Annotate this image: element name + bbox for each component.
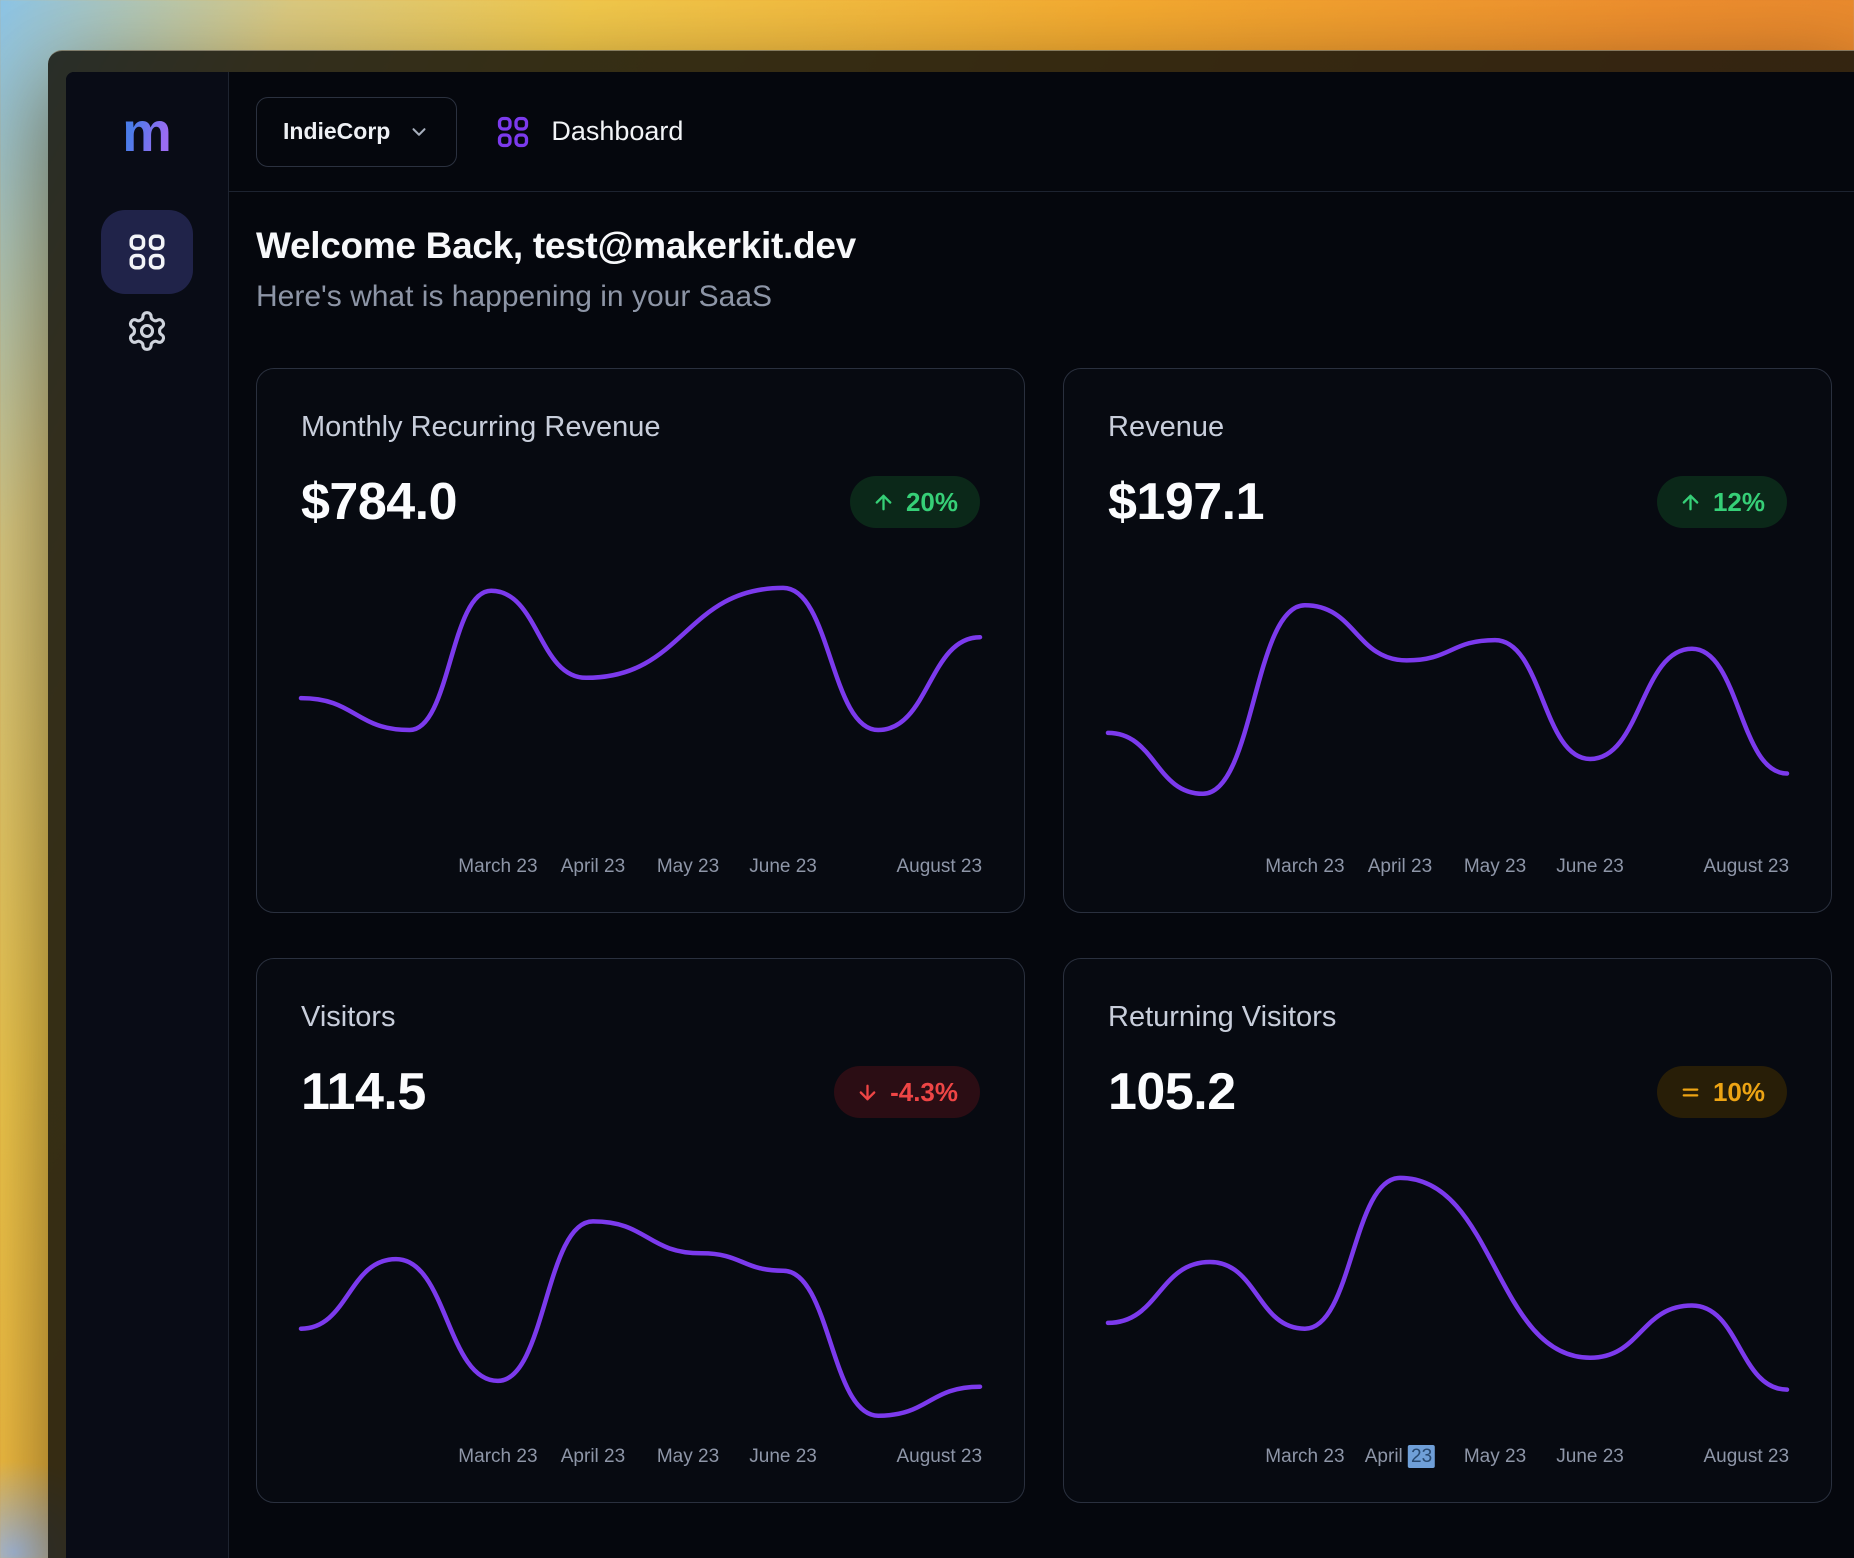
x-axis-label: April 23 xyxy=(561,856,625,878)
org-switcher-button[interactable]: IndieCorp xyxy=(256,97,457,167)
x-axis-label: March 23 xyxy=(1265,856,1344,878)
equal-icon xyxy=(1679,1081,1702,1104)
arrow-up-icon xyxy=(1679,491,1702,514)
metric-value: $784.0 xyxy=(301,472,457,532)
page-header: Dashboard xyxy=(495,114,683,150)
trend-badge: 10% xyxy=(1657,1066,1787,1118)
arrow-up-icon xyxy=(872,491,895,514)
sidebar-item-settings[interactable] xyxy=(101,296,193,366)
x-axis-label: June 23 xyxy=(1556,1446,1624,1468)
x-axis-label: May 23 xyxy=(1464,856,1526,878)
card-returning-visitors: Returning Visitors 105.2 10% xyxy=(1063,958,1832,1503)
badge-label: 10% xyxy=(1713,1079,1765,1105)
value-row: 105.2 10% xyxy=(1108,1062,1787,1122)
line-chart xyxy=(1108,556,1787,846)
app-window: m xyxy=(48,50,1854,1558)
page-title: Dashboard xyxy=(551,116,683,147)
card-visitors: Visitors 114.5 -4.3% xyxy=(256,958,1025,1503)
value-row: 114.5 -4.3% xyxy=(301,1062,980,1122)
line-chart xyxy=(301,556,980,846)
x-axis-label: April 23 xyxy=(1368,856,1432,878)
x-axis-label: May 23 xyxy=(1464,1446,1526,1468)
main-area: IndieCorp Dashboard Welcome xyxy=(229,72,1854,1558)
chart-area: March 23 April 23 May 23 June 23 August 23 xyxy=(301,556,980,882)
chart-area: March 23 April 23 May 23 June 23 August 23 xyxy=(1108,556,1787,882)
card-title: Revenue xyxy=(1108,411,1787,444)
welcome-subtitle: Here's what is happening in your SaaS xyxy=(256,280,1832,314)
badge-label: 20% xyxy=(906,489,958,515)
card-monthly-recurring-revenue: Monthly Recurring Revenue $784.0 20% xyxy=(256,368,1025,913)
x-axis-label: August 23 xyxy=(1703,856,1789,878)
line-chart xyxy=(301,1146,980,1436)
content: Welcome Back, test@makerkit.dev Here's w… xyxy=(229,192,1854,1503)
card-title: Returning Visitors xyxy=(1108,1001,1787,1034)
card-title: Visitors xyxy=(301,1001,980,1034)
chart-area: March 23 April 23 May 23 June 23 August 23 xyxy=(301,1146,980,1472)
x-axis-label: June 23 xyxy=(749,1446,817,1468)
x-axis-label: June 23 xyxy=(1556,856,1624,878)
x-axis: March 23 April 23 May 23 June 23 August 23 xyxy=(1108,1446,1787,1472)
line-chart xyxy=(1108,1146,1787,1436)
metric-value: $197.1 xyxy=(1108,472,1264,532)
badge-label: -4.3% xyxy=(890,1079,958,1105)
topbar: IndieCorp Dashboard xyxy=(229,72,1854,192)
x-axis-label: May 23 xyxy=(657,856,719,878)
x-axis-label: June 23 xyxy=(749,856,817,878)
metrics-grid: Monthly Recurring Revenue $784.0 20% xyxy=(256,368,1832,1503)
x-axis-label: April 23 xyxy=(1365,1446,1435,1468)
x-axis: March 23 April 23 May 23 June 23 August 23 xyxy=(301,856,980,882)
x-axis-label: March 23 xyxy=(458,856,537,878)
x-axis-label: August 23 xyxy=(1703,1446,1789,1468)
x-axis-label: August 23 xyxy=(896,1446,982,1468)
sidebar-item-dashboard[interactable] xyxy=(101,210,193,294)
dashboard-app: m xyxy=(66,72,1854,1558)
dashboard-grid-icon xyxy=(495,114,531,150)
x-axis: March 23 April 23 May 23 June 23 August 23 xyxy=(1108,856,1787,882)
trend-badge: -4.3% xyxy=(834,1066,980,1118)
value-row: $784.0 20% xyxy=(301,472,980,532)
x-axis-label: March 23 xyxy=(458,1446,537,1468)
welcome-title: Welcome Back, test@makerkit.dev xyxy=(256,225,1832,267)
x-axis-label: March 23 xyxy=(1265,1446,1344,1468)
text-selection: 23 xyxy=(1408,1445,1435,1468)
chevron-down-icon xyxy=(408,121,430,143)
sidebar: m xyxy=(66,72,229,1558)
badge-label: 12% xyxy=(1713,489,1765,515)
x-axis-label: August 23 xyxy=(896,856,982,878)
trend-badge: 12% xyxy=(1657,476,1787,528)
gear-icon xyxy=(125,309,169,353)
chart-area: March 23 April 23 May 23 June 23 August 23 xyxy=(1108,1146,1787,1472)
makerkit-logo: m xyxy=(122,104,172,160)
trend-badge: 20% xyxy=(850,476,980,528)
value-row: $197.1 12% xyxy=(1108,472,1787,532)
card-revenue: Revenue $197.1 12% Ma xyxy=(1063,368,1832,913)
grid-icon xyxy=(126,231,168,273)
metric-value: 105.2 xyxy=(1108,1062,1236,1122)
desktop-wallpaper: { "sidebar": { "logo_text": "m", "items"… xyxy=(0,0,1854,1558)
org-name: IndieCorp xyxy=(283,118,390,145)
x-axis-label: April 23 xyxy=(561,1446,625,1468)
arrow-down-icon xyxy=(856,1081,879,1104)
x-axis: March 23 April 23 May 23 June 23 August 23 xyxy=(301,1446,980,1472)
card-title: Monthly Recurring Revenue xyxy=(301,411,980,444)
metric-value: 114.5 xyxy=(301,1062,426,1122)
x-axis-label: May 23 xyxy=(657,1446,719,1468)
